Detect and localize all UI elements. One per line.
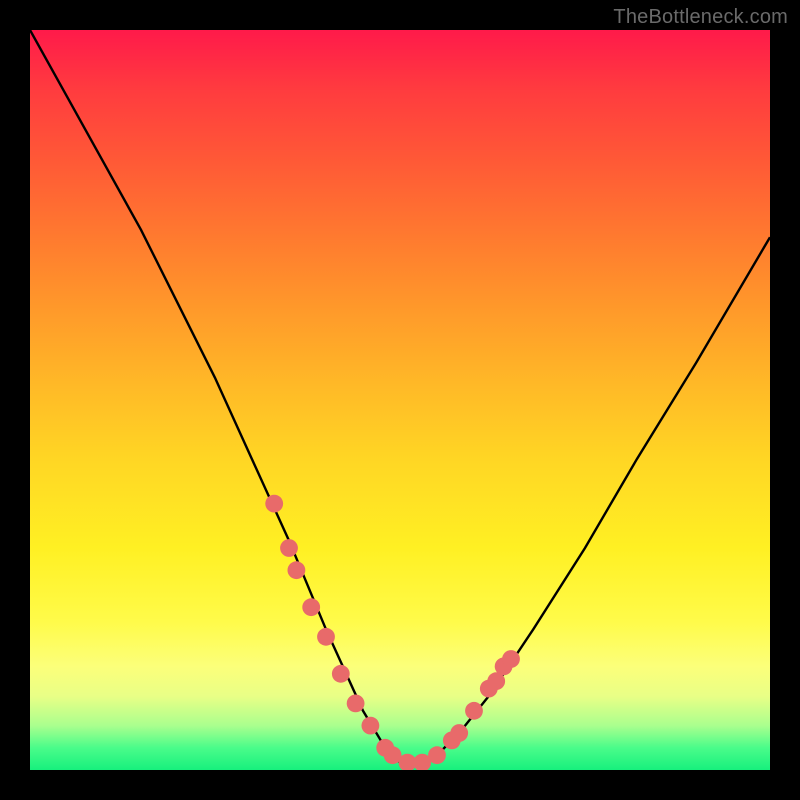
curve-marker	[502, 650, 520, 668]
curve-marker	[465, 702, 483, 720]
chart-plot-area	[30, 30, 770, 770]
bottleneck-curve	[30, 30, 770, 763]
curve-marker	[332, 665, 350, 683]
curve-marker	[362, 717, 380, 735]
curve-marker	[302, 598, 320, 616]
chart-frame: TheBottleneck.com	[0, 0, 800, 800]
curve-marker	[288, 561, 306, 579]
curve-marker	[450, 724, 468, 742]
curve-marker	[428, 746, 446, 764]
chart-svg	[30, 30, 770, 770]
curve-marker	[280, 539, 298, 557]
curve-markers	[265, 495, 520, 770]
watermark-text: TheBottleneck.com	[613, 6, 788, 29]
curve-marker	[347, 695, 365, 713]
curve-marker	[265, 495, 283, 513]
curve-marker	[317, 628, 335, 646]
